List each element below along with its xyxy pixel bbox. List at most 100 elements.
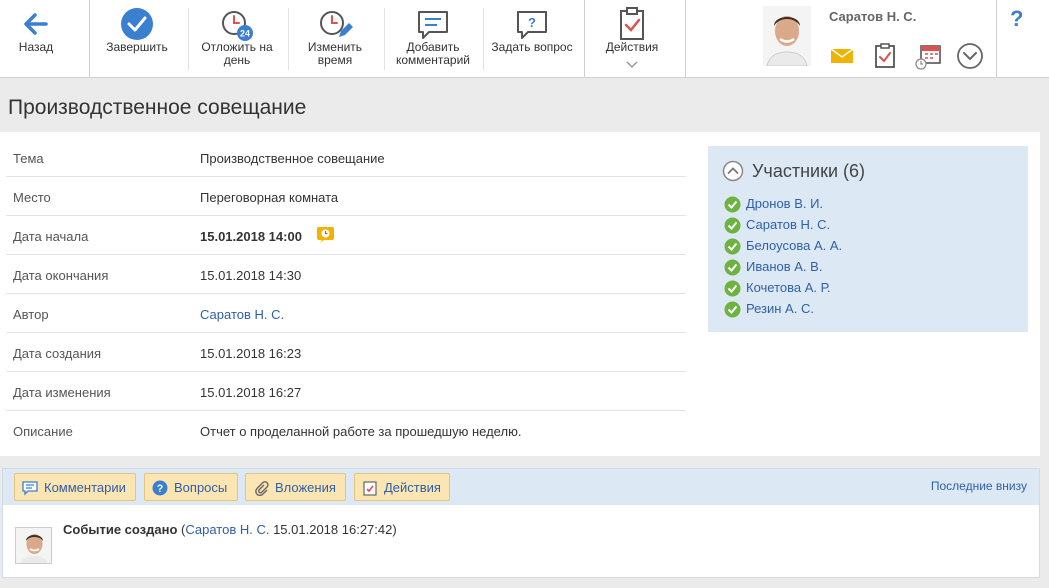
event-author-avatar[interactable] <box>15 527 52 564</box>
author-link[interactable]: Саратов Н. С. <box>200 307 284 322</box>
back-arrow-icon <box>24 13 48 35</box>
check-circle-icon <box>724 196 741 213</box>
clock-edit-icon <box>320 11 353 37</box>
page-title: Производственное совещание <box>8 96 307 119</box>
check-circle-icon <box>724 217 741 234</box>
property-row-created: Дата создания 15.01.2018 16:23 <box>6 333 686 372</box>
actions-label: Действия <box>605 40 659 54</box>
participant-name-link[interactable]: Саратов Н. С. <box>746 217 830 232</box>
event-time: 15.01.2018 16:27:42) <box>269 522 397 537</box>
back-button[interactable]: Назад <box>0 0 72 77</box>
property-key: Дата окончания <box>13 268 109 283</box>
check-circle-icon <box>724 238 741 255</box>
activity-tabs: Комментарии ? Вопросы Вложения Действия … <box>3 469 1039 505</box>
participant-name-link[interactable]: Кочетова А. Р. <box>746 280 830 295</box>
tab-attachments-label: Вложения <box>275 480 336 495</box>
add-comment-label: Добавить комментарий <box>396 40 470 67</box>
tasks-icon[interactable] <box>871 42 899 70</box>
change-time-label: Изменить время <box>307 40 363 67</box>
user-name[interactable]: Саратов Н. С. <box>829 9 916 24</box>
properties-table: Тема Производственное совещание Место Пе… <box>6 138 686 450</box>
tab-actions-label: Действия <box>384 480 441 495</box>
add-comment-button[interactable]: Добавить комментарий <box>388 0 478 77</box>
property-row-end-date: Дата окончания 15.01.2018 14:30 <box>6 255 686 294</box>
divider <box>483 8 484 70</box>
event-card: Тема Производственное совещание Место Пе… <box>0 132 1040 456</box>
calendar-icon[interactable] <box>914 42 942 70</box>
comment-icon <box>418 11 448 39</box>
complete-button[interactable]: Завершить <box>96 0 178 77</box>
property-key: Дата начала <box>13 229 89 244</box>
mail-icon[interactable] <box>828 42 856 70</box>
user-avatar[interactable] <box>763 6 811 66</box>
divider <box>288 8 289 70</box>
property-value: 15.01.2018 14:00 <box>200 229 302 244</box>
chevron-down-icon <box>626 61 638 69</box>
tab-actions[interactable]: Действия <box>354 473 450 501</box>
activity-panel: Комментарии ? Вопросы Вложения Действия … <box>2 468 1040 578</box>
property-key: Дата создания <box>13 346 102 361</box>
participants-title: Участники (6) <box>752 161 865 181</box>
postpone-label: Отложить на день <box>201 40 273 67</box>
chevron-down-circle-icon[interactable] <box>956 42 984 70</box>
event-log-entry: Событие создано (Саратов Н. С. 15.01.201… <box>63 522 397 537</box>
avatar-photo-icon <box>16 528 51 563</box>
postpone-badge-text: 24 <box>240 29 250 39</box>
avatar-photo-icon <box>763 6 811 66</box>
divider <box>685 0 686 78</box>
property-key: Автор <box>13 307 49 322</box>
property-value: 15.01.2018 14:30 <box>200 268 302 283</box>
reminder-clock-icon[interactable] <box>316 226 335 244</box>
clipboard-check-icon <box>363 481 377 496</box>
tab-attachments[interactable]: Вложения <box>245 473 346 501</box>
ask-question-label: Задать вопрос <box>491 40 573 54</box>
divider <box>996 0 997 78</box>
property-key: Тема <box>13 151 44 166</box>
property-value: Производственное совещание <box>200 151 385 166</box>
property-key: Описание <box>13 424 73 439</box>
clock-calendar-icon: 24 <box>222 11 253 41</box>
participant-name-link[interactable]: Белоусова А. А. <box>746 238 842 253</box>
property-key: Место <box>13 190 51 205</box>
sort-order-link[interactable]: Последние внизу <box>931 479 1027 493</box>
chevron-up-circle-icon[interactable] <box>722 160 744 182</box>
paperclip-icon <box>255 481 269 496</box>
divider <box>89 0 90 78</box>
help-button[interactable]: ? <box>1010 6 1023 32</box>
divider <box>584 0 585 78</box>
property-row-author: Автор Саратов Н. С. <box>6 294 686 333</box>
change-time-button[interactable]: Изменить время <box>292 0 378 77</box>
back-label: Назад <box>18 40 54 54</box>
toolbar: Назад Завершить 24 Отложить на день Изме… <box>0 0 1049 78</box>
actions-button[interactable]: Действия <box>590 0 674 77</box>
postpone-button[interactable]: 24 Отложить на день <box>190 0 284 77</box>
property-value: Переговорная комната <box>200 190 339 205</box>
participant-name-link[interactable]: Дронов В. И. <box>746 196 823 211</box>
property-value: 15.01.2018 16:27 <box>200 385 302 400</box>
checkmark-circle-icon <box>121 8 153 40</box>
tab-questions-label: Вопросы <box>174 480 228 495</box>
tab-questions[interactable]: ? Вопросы <box>144 473 238 501</box>
property-key: Дата изменения <box>13 385 111 400</box>
property-row-place: Место Переговорная комната <box>6 177 686 216</box>
property-value: Отчет о проделанной работе за прошедшую … <box>200 424 522 439</box>
participant-name-link[interactable]: Иванов А. В. <box>746 259 822 274</box>
property-row-topic: Тема Производственное совещание <box>6 138 686 177</box>
question-circle-icon: ? <box>152 480 168 496</box>
tab-comments[interactable]: Комментарии <box>14 473 136 501</box>
svg-text:?: ? <box>528 15 536 30</box>
svg-text:?: ? <box>157 483 164 495</box>
participant-name-link[interactable]: Резин А. С. <box>746 301 814 316</box>
participants-panel: Участники (6) Дронов В. И. Саратов Н. С.… <box>708 146 1028 332</box>
ask-question-button[interactable]: ? Задать вопрос <box>485 0 579 77</box>
event-text: Событие создано <box>63 522 178 537</box>
event-author-link[interactable]: Саратов Н. С. <box>185 522 269 537</box>
check-circle-icon <box>724 301 741 318</box>
property-row-description: Описание Отчет о проделанной работе за п… <box>6 411 686 450</box>
question-bubble-icon: ? <box>517 11 547 39</box>
check-circle-icon <box>724 280 741 297</box>
property-row-modified: Дата изменения 15.01.2018 16:27 <box>6 372 686 411</box>
comment-icon <box>22 481 38 496</box>
tab-comments-label: Комментарии <box>44 480 126 495</box>
property-row-start-date: Дата начала 15.01.2018 14:00 <box>6 216 686 255</box>
